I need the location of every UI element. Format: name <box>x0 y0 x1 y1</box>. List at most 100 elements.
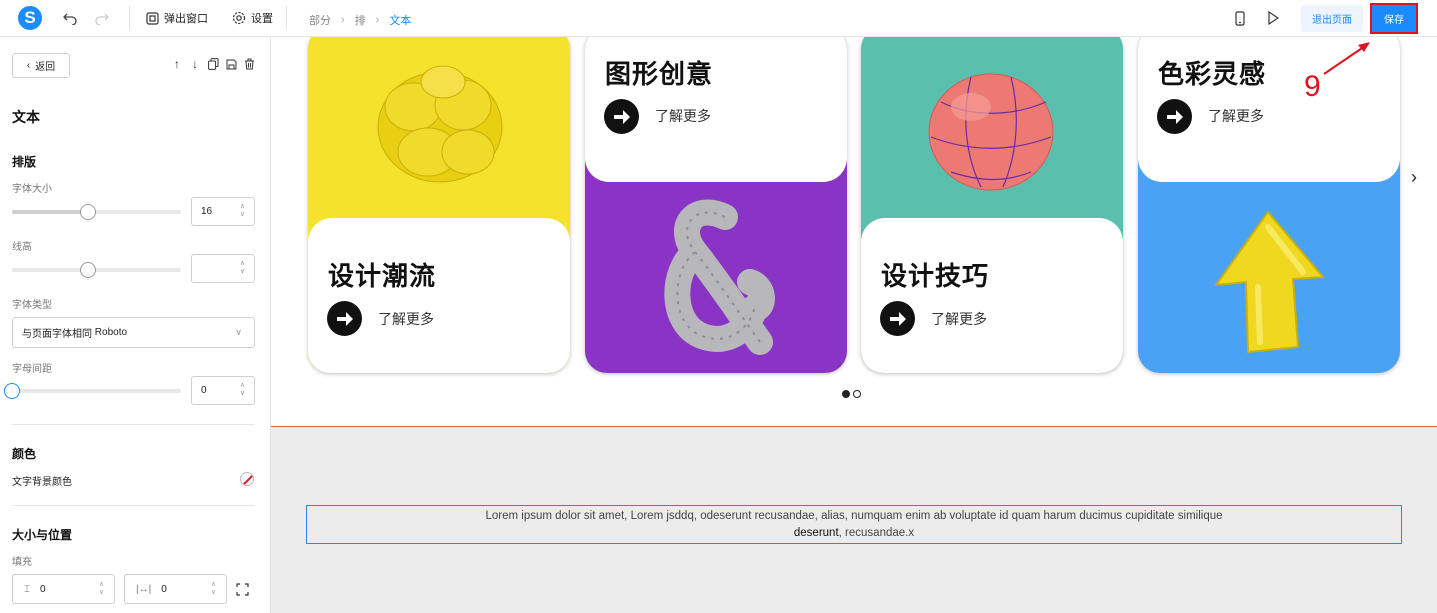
learn-more-link[interactable]: 了解更多 <box>378 309 434 329</box>
chevron-right-icon: › <box>375 14 380 26</box>
stepper-icon[interactable]: ∧ ∨ <box>240 203 245 219</box>
carousel-pagination <box>842 390 861 398</box>
padding-horizontal-value: 0 <box>161 583 167 595</box>
slider-knob[interactable] <box>80 262 96 278</box>
popup-icon <box>146 11 159 25</box>
annotation-arrow-icon <box>1323 42 1370 75</box>
divider <box>286 6 287 30</box>
stepper-icon[interactable]: ∧ ∨ <box>240 382 245 398</box>
settings-button[interactable]: 设置 <box>232 10 273 26</box>
fill-label: 填充 <box>12 557 32 568</box>
card-title: 色彩灵感 <box>1158 60 1267 90</box>
expand-icon[interactable] <box>236 583 250 597</box>
breadcrumb-item[interactable]: 排 <box>355 12 366 28</box>
learn-more-link[interactable]: 了解更多 <box>1208 106 1264 126</box>
divider <box>12 424 255 425</box>
back-label: 返回 <box>35 62 56 73</box>
card-panel: 设计技巧 了解更多 <box>861 218 1123 373</box>
copy-icon[interactable] <box>207 57 219 71</box>
padding-horizontal-icon: |↔| <box>136 583 152 595</box>
properties-sidebar: ‹ 返回 ↑ ↓ 文本 排版 字体大小 16 ∧ ∨ 线高 ∧ ∨ 字体类型 与页面… <box>0 37 271 613</box>
letter-spacing-value: 0 <box>201 385 207 396</box>
redo-icon[interactable] <box>93 9 111 27</box>
mobile-preview-icon[interactable] <box>1231 9 1249 27</box>
arrow-right-icon[interactable] <box>327 301 362 336</box>
divider <box>129 6 130 30</box>
text-rest: , recusandae.x <box>838 527 915 539</box>
font-type-font: Roboto <box>94 327 128 338</box>
editor-canvas: 设计潮流 了解更多 图形创意 了解更多 设计技巧 了解更多 色彩灵感 了解更多 … <box>271 37 1437 613</box>
pink-ball-illustration <box>928 73 1054 191</box>
text-bold: deserunt <box>793 527 839 539</box>
arrow-right-icon[interactable] <box>1157 99 1192 134</box>
card-1[interactable]: 设计潮流 了解更多 <box>308 37 570 373</box>
arrow-up-icon[interactable]: ↑ <box>171 57 183 71</box>
app-logo[interactable]: S <box>18 6 42 30</box>
font-type-select[interactable]: 与页面字体相同 Roboto ∨ <box>12 317 255 348</box>
exit-page-button[interactable]: 退出页面 <box>1301 5 1363 32</box>
save-icon[interactable] <box>225 57 237 71</box>
card-panel: 设计潮流 了解更多 <box>308 218 570 373</box>
selected-text-element[interactable]: Lorem ipsum dolor sit amet, Lorem jsddq,… <box>306 505 1402 544</box>
back-button[interactable]: ‹ 返回 <box>12 53 70 78</box>
text-bg-color-label: 文字背景颜色 <box>12 477 72 488</box>
breadcrumb-item[interactable]: 部分 <box>309 12 331 28</box>
chevron-right-icon: › <box>341 14 345 26</box>
line-height-slider[interactable] <box>12 262 181 278</box>
element-tools: ↑ ↓ <box>171 57 255 71</box>
text-line: Lorem ipsum dolor sit amet, Lorem jsddq,… <box>485 510 1223 522</box>
line-height-label: 线高 <box>12 242 32 253</box>
stepper-icon[interactable]: ∧ ∨ <box>240 260 245 276</box>
settings-label: 设置 <box>251 13 273 25</box>
carousel-next-icon[interactable]: › <box>1411 167 1417 188</box>
line-height-input[interactable]: ∧ ∨ <box>191 254 255 283</box>
card-title: 图形创意 <box>605 60 714 90</box>
card-2[interactable]: 图形创意 了解更多 <box>585 37 847 373</box>
panel-title: 文本 <box>12 109 40 125</box>
card-4[interactable]: 色彩灵感 了解更多 <box>1138 37 1400 373</box>
stepper-icon[interactable]: ∧ ∨ <box>211 581 216 597</box>
font-type-label: 字体类型 <box>12 300 52 311</box>
font-type-value: 与页面字体相同 <box>22 329 92 340</box>
slider-knob[interactable] <box>80 204 96 220</box>
font-size-input[interactable]: 16 ∧ ∨ <box>191 197 255 226</box>
padding-vertical-icon: ⌶ <box>24 583 30 595</box>
letter-spacing-slider[interactable] <box>4 383 181 399</box>
undo-icon[interactable] <box>61 9 79 27</box>
annotation-number: 9 <box>1304 70 1321 103</box>
trash-icon[interactable] <box>243 57 255 71</box>
gear-icon <box>232 11 246 25</box>
arrow-right-icon[interactable] <box>880 301 915 336</box>
card-panel: 图形创意 了解更多 <box>585 37 847 182</box>
ampersand-illustration <box>664 199 775 355</box>
letter-spacing-input[interactable]: 0 ∧ ∨ <box>191 376 255 405</box>
arrow-down-icon[interactable]: ↓ <box>189 57 201 71</box>
learn-more-link[interactable]: 了解更多 <box>655 106 711 126</box>
slider-knob[interactable] <box>4 383 20 399</box>
slider-fill <box>12 268 88 272</box>
divider <box>12 505 255 506</box>
play-icon[interactable] <box>1264 9 1282 27</box>
chevron-left-icon: ‹ <box>26 60 31 71</box>
yellow-arrow-illustration <box>1215 211 1324 353</box>
pagination-dot[interactable] <box>853 390 861 398</box>
font-size-slider[interactable] <box>12 204 181 220</box>
stepper-icon[interactable]: ∧ ∨ <box>99 581 104 597</box>
popup-button[interactable]: 弹出窗口 <box>146 10 208 26</box>
font-size-value: 16 <box>201 206 213 217</box>
chevron-down-icon: ∨ <box>235 327 242 337</box>
card-3[interactable]: 设计技巧 了解更多 <box>861 37 1123 373</box>
arrow-right-icon[interactable] <box>604 99 639 134</box>
typography-section-title: 排版 <box>12 155 37 169</box>
yellow-knot-illustration <box>377 65 503 183</box>
save-button[interactable]: 保存 <box>1370 3 1418 34</box>
size-position-section-title: 大小与位置 <box>12 528 73 542</box>
breadcrumb-item-current: 文本 <box>389 15 412 27</box>
padding-horizontal-input[interactable]: |↔| 0 ∧ ∨ <box>124 574 227 604</box>
learn-more-link[interactable]: 了解更多 <box>931 309 987 329</box>
pagination-dot-active[interactable] <box>842 390 850 398</box>
color-section-title: 颜色 <box>12 447 37 461</box>
top-bar: S 弹出窗口 设置 部分 › 排 › 文本 退出页面 保存 <box>0 0 1437 37</box>
no-color-swatch-icon[interactable] <box>240 472 254 486</box>
padding-vertical-input[interactable]: ⌶ 0 ∧ ∨ <box>12 574 115 604</box>
